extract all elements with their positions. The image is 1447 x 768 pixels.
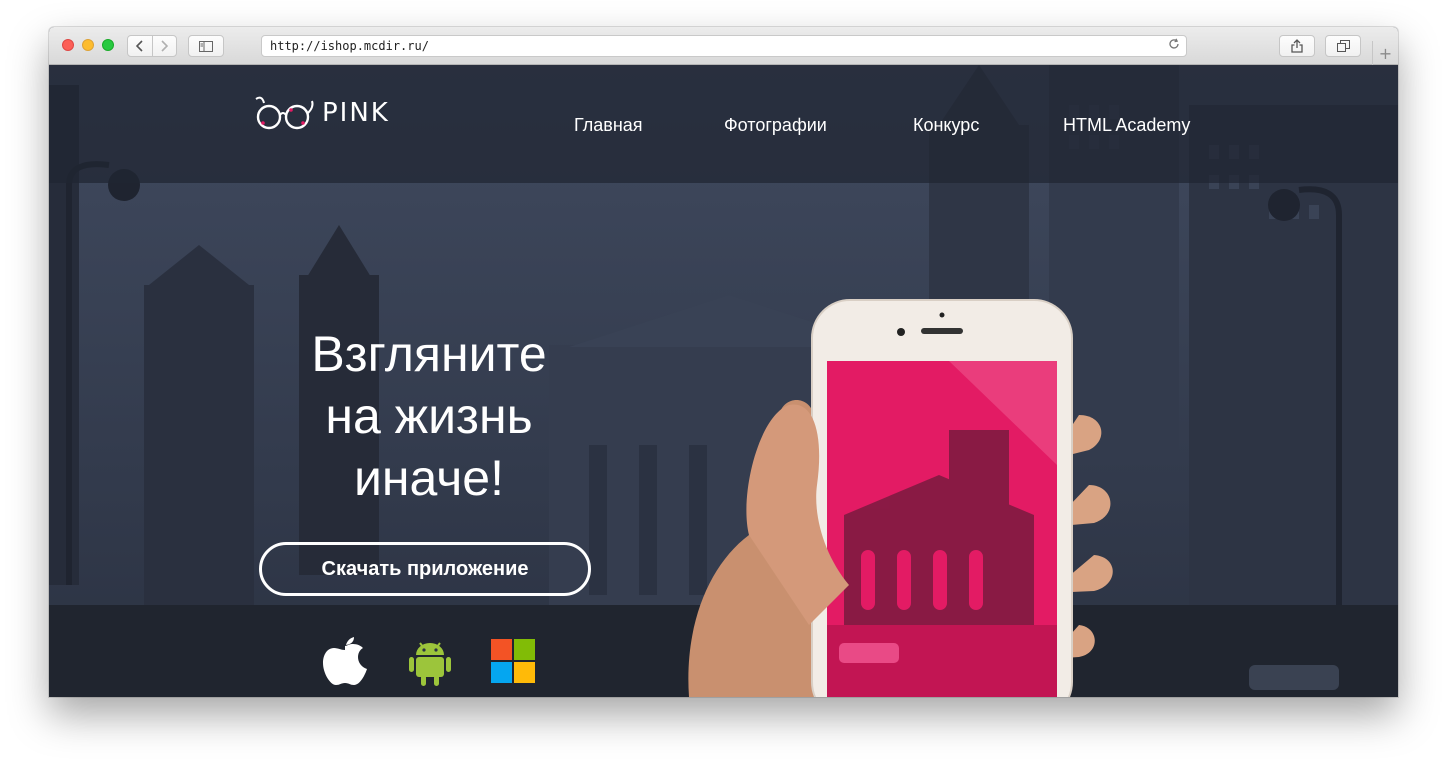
hero-title-line: на жизнь [325, 388, 533, 444]
site-header: PINK Главная Фотографии Конкурс HTML Aca… [49, 65, 1398, 183]
back-button[interactable] [128, 36, 152, 56]
minimize-window-button[interactable] [82, 39, 94, 51]
url-text: http://ishop.mcdir.ru/ [270, 39, 429, 53]
share-icon [1291, 39, 1303, 53]
phone-in-hand-illustration [688, 299, 1113, 697]
tabs-icon [1336, 40, 1350, 52]
logo-text: PINK [322, 98, 390, 128]
hero-title-line: иначе! [354, 450, 504, 506]
nav-home[interactable]: Главная [574, 115, 643, 136]
hero-title: Взгляните на жизнь иначе! [249, 323, 609, 509]
history-nav [127, 35, 177, 57]
hero-title-line: Взгляните [311, 326, 547, 382]
logo[interactable]: PINK [254, 93, 390, 133]
sidebar-button[interactable] [188, 35, 224, 57]
download-app-button[interactable]: Скачать приложение [259, 542, 591, 596]
windows-icon[interactable] [489, 637, 537, 687]
apple-icon[interactable] [321, 637, 369, 687]
new-tab-button[interactable]: + [1372, 41, 1398, 65]
reload-icon[interactable] [1168, 38, 1180, 54]
nav-photos[interactable]: Фотографии [724, 115, 827, 136]
glasses-logo-icon [255, 96, 314, 130]
android-icon[interactable] [406, 637, 454, 687]
close-window-button[interactable] [62, 39, 74, 51]
nav-contest[interactable]: Конкурс [913, 115, 979, 136]
share-button[interactable] [1279, 35, 1315, 57]
forward-button[interactable] [151, 36, 176, 56]
chevron-right-icon [161, 40, 169, 52]
nav-html-academy[interactable]: HTML Academy [1063, 115, 1190, 136]
chevron-left-icon [135, 40, 143, 52]
tabs-button[interactable] [1325, 35, 1361, 57]
browser-window: http://ishop.mcdir.ru/ + PINK Главная Фо… [49, 27, 1398, 697]
sidebar-icon [199, 40, 213, 52]
web-page: PINK Главная Фотографии Конкурс HTML Aca… [49, 65, 1398, 697]
browser-toolbar: http://ishop.mcdir.ru/ + [49, 27, 1398, 65]
address-bar[interactable]: http://ishop.mcdir.ru/ [261, 35, 1187, 57]
zoom-window-button[interactable] [102, 39, 114, 51]
